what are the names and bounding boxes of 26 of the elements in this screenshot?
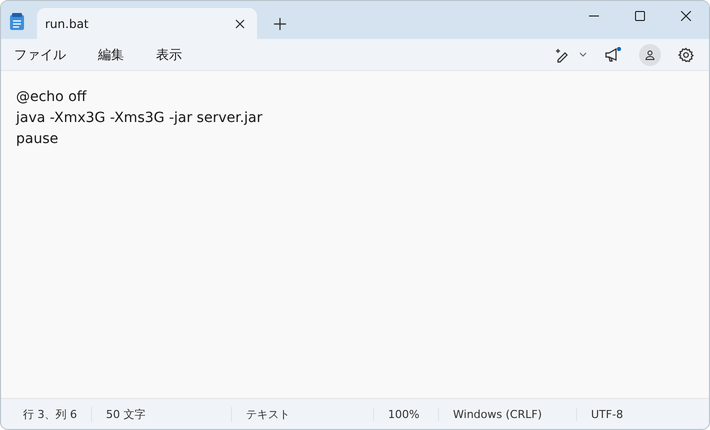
menu-item[interactable]: ファイル [7,42,73,68]
status-item: 50 文字 [91,406,231,422]
gear-icon [678,46,694,62]
status-item: 行 3、列 6 [22,406,78,422]
code-line: pause [16,130,60,149]
status-item: 100% [373,408,438,420]
menu-item[interactable]: 表示 [149,42,189,68]
code-line: @echo off [16,88,88,107]
close-icon [235,18,245,28]
document-tab[interactable]: run.bat [37,8,257,39]
status-item: Windows (CRLF) [438,408,576,420]
text-editor[interactable]: @echo off java -Xmx3G -Xms3G -jar server.jar pause [1,71,709,398]
status-item: テキスト [231,406,373,422]
account-button[interactable] [639,44,661,66]
maximize-icon [635,11,645,21]
close-icon [681,11,691,21]
chevron-down-icon [579,52,587,58]
status-item: UTF-8 [576,408,676,420]
notepad-icon [9,13,25,31]
code-line: java -Xmx3G -Xms3G -jar server.jar [16,109,264,128]
person-icon [645,50,655,60]
tab-title: run.bat [45,16,89,30]
plus-icon [274,18,286,30]
copilot-button[interactable] [555,46,587,62]
menu-item[interactable]: 編集 [91,42,131,68]
close-tab-button[interactable] [235,18,245,28]
